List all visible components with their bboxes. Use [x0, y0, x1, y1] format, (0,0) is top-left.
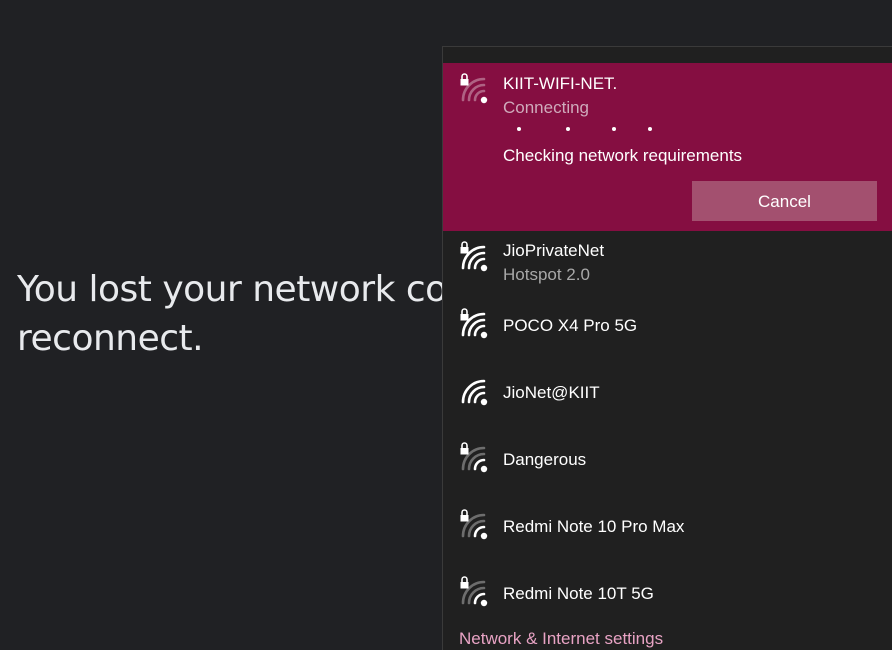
network-item[interactable]: JioNet@KIIT	[443, 365, 892, 432]
wifi-flyout: KIIT-WIFI-NET. Connecting Checking netwo…	[442, 46, 892, 650]
lock-icon	[460, 73, 469, 86]
network-name: POCO X4 Pro 5G	[503, 316, 638, 335]
network-item[interactable]: Dangerous	[443, 432, 892, 499]
wifi-icon	[461, 379, 488, 406]
network-status: Connecting	[503, 98, 590, 117]
wifi-signal-dot	[480, 96, 488, 104]
network-item[interactable]: Redmi Note 10T 5G	[443, 566, 892, 633]
wifi-locked-icon	[460, 241, 488, 272]
lock-icon	[460, 576, 469, 589]
wifi-signal-dot	[480, 398, 488, 406]
network-name: Redmi Note 10T 5G	[503, 584, 654, 603]
wifi-signal-dot	[480, 599, 488, 607]
lock-icon	[460, 241, 469, 254]
progress-dots	[515, 127, 665, 133]
wifi-locked-icon	[460, 73, 488, 104]
wifi-signal-dot	[480, 532, 488, 540]
lock-icon	[460, 442, 469, 455]
wifi-signal-dot	[480, 264, 488, 272]
network-name: JioNet@KIIT	[503, 383, 600, 402]
network-item[interactable]: Redmi Note 10 Pro Max	[443, 499, 892, 566]
lock-icon	[460, 308, 469, 321]
wifi-locked-icon	[460, 308, 488, 339]
wifi-signal-dot	[480, 465, 488, 473]
network-settings-link[interactable]: Network & Internet settings	[459, 629, 663, 649]
network-detail: Checking network requirements	[503, 146, 743, 165]
network-sub: Hotspot 2.0	[503, 265, 590, 284]
wifi-locked-icon	[460, 576, 488, 607]
network-name: Dangerous	[503, 450, 587, 469]
network-name: Redmi Note 10 Pro Max	[503, 517, 685, 536]
network-item[interactable]: JioPrivateNet Hotspot 2.0	[443, 231, 892, 298]
network-name: JioPrivateNet	[503, 241, 605, 260]
lock-icon	[460, 509, 469, 522]
wifi-locked-icon	[460, 442, 488, 473]
wifi-signal-dot	[480, 331, 488, 339]
cancel-button[interactable]: Cancel	[692, 181, 877, 221]
network-name: KIIT-WIFI-NET.	[503, 74, 618, 93]
wifi-locked-icon	[460, 509, 488, 540]
network-item-active[interactable]: KIIT-WIFI-NET. Connecting Checking netwo…	[443, 63, 892, 231]
network-item[interactable]: POCO X4 Pro 5G	[443, 298, 892, 365]
